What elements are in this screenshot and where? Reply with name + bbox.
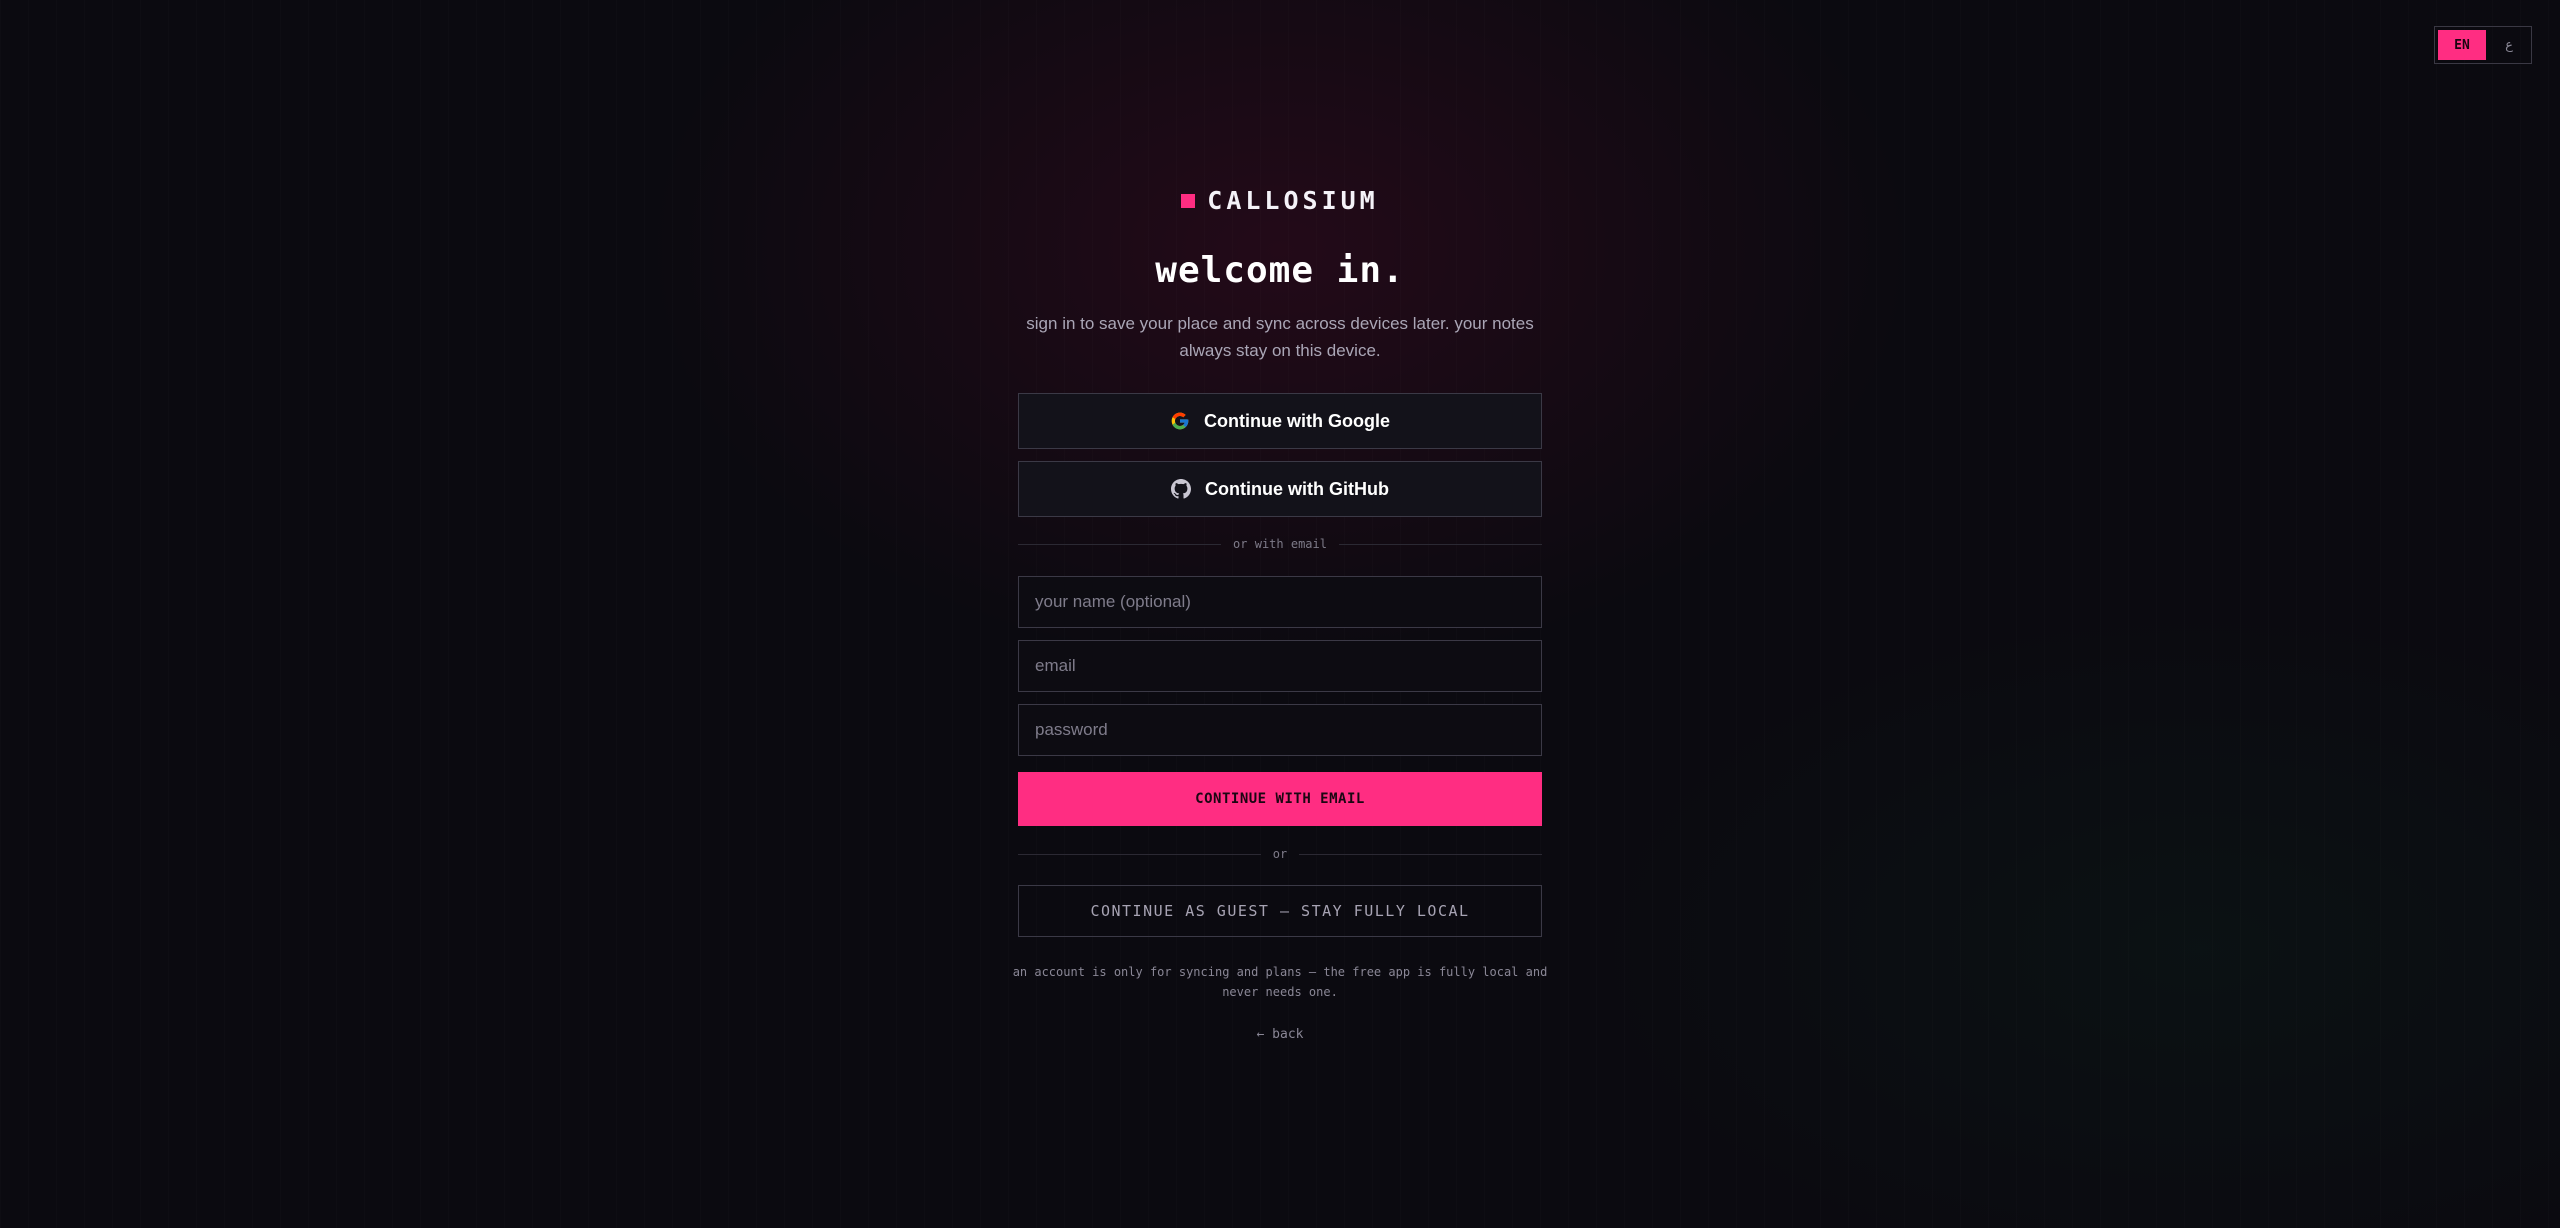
divider-line xyxy=(1299,853,1543,855)
password-field[interactable] xyxy=(1018,704,1542,756)
continue-with-email-button[interactable]: CONTINUE WITH EMAIL xyxy=(1018,772,1542,826)
or-divider: or xyxy=(1018,847,1543,861)
divider-line xyxy=(1018,543,1222,545)
email-field[interactable] xyxy=(1018,640,1542,692)
github-button-label: Continue with GitHub xyxy=(1205,478,1389,499)
continue-with-google-button[interactable]: Continue with Google xyxy=(1018,393,1542,449)
language-option-en[interactable]: EN xyxy=(2438,30,2486,60)
account-footnote: an account is only for syncing and plans… xyxy=(1012,965,1548,999)
page-subtitle: sign in to save your place and sync acro… xyxy=(1026,314,1534,360)
email-divider-label: or with email xyxy=(1233,537,1327,551)
github-icon xyxy=(1171,479,1192,499)
name-field[interactable] xyxy=(1018,576,1542,628)
or-divider-label: or xyxy=(1272,847,1288,861)
continue-as-guest-button[interactable]: CONTINUE AS GUEST — STAY FULLY LOCAL xyxy=(1018,885,1542,937)
google-icon xyxy=(1170,411,1190,431)
back-link[interactable]: ← back xyxy=(1018,1027,1542,1042)
language-switcher: EN ع xyxy=(2434,26,2532,64)
email-divider: or with email xyxy=(1018,537,1543,551)
brand-logo: CALLOSIUM xyxy=(1018,186,1542,215)
brand-mark-icon xyxy=(1181,193,1196,208)
divider-line xyxy=(1338,543,1543,545)
google-button-label: Continue with Google xyxy=(1204,410,1390,431)
divider-line xyxy=(1018,853,1261,855)
continue-with-github-button[interactable]: Continue with GitHub xyxy=(1018,461,1542,517)
language-option-ar[interactable]: ع xyxy=(2490,30,2528,60)
brand-name: CALLOSIUM xyxy=(1207,186,1379,215)
page-title: welcome in. xyxy=(1155,250,1405,291)
